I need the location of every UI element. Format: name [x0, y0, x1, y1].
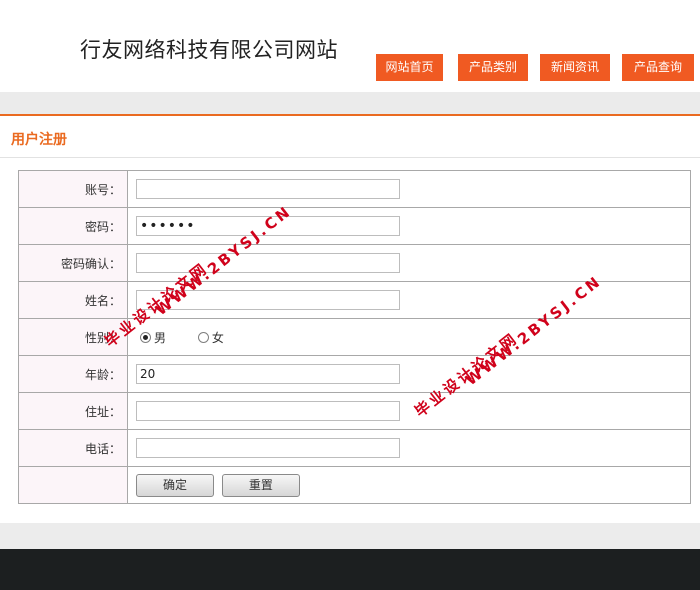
age-input[interactable]	[136, 364, 400, 384]
age-label: 年龄：	[18, 355, 128, 393]
form-row-age: 年龄：	[18, 355, 691, 393]
submit-button[interactable]: 确定	[136, 473, 214, 497]
confirm-password-label: 密码确认：	[18, 244, 128, 282]
name-label: 姓名：	[18, 281, 128, 319]
footer	[0, 549, 700, 590]
female-radio[interactable]	[197, 331, 209, 343]
form-row-address: 住址：	[18, 392, 691, 430]
gender-option-male[interactable]: 男	[140, 329, 166, 346]
confirm-password-input[interactable]	[136, 253, 400, 273]
phone-label: 电话：	[18, 429, 128, 467]
header-band	[0, 92, 700, 116]
nav-home-button[interactable]: 网站首页	[376, 54, 443, 81]
nav-news-button[interactable]: 新闻资讯	[540, 54, 610, 81]
site-title: 行友网络科技有限公司网站	[80, 38, 338, 62]
bottom-band	[0, 523, 700, 549]
form-row-actions: 确定 重置	[18, 466, 691, 504]
form-row-password: 密码：	[18, 207, 691, 245]
gender-option-female[interactable]: 女	[197, 329, 224, 346]
title-divider	[0, 157, 700, 158]
nav-product-search-button[interactable]: 产品查询	[622, 54, 694, 81]
address-input[interactable]	[136, 401, 400, 421]
password-label: 密码：	[18, 207, 128, 245]
page-title: 用户注册	[11, 132, 67, 148]
account-label: 账号：	[18, 170, 128, 208]
phone-input[interactable]	[136, 438, 400, 458]
female-radio-label: 女	[211, 330, 224, 345]
account-input[interactable]	[136, 179, 400, 199]
header: 行友网络科技有限公司网站 网站首页 产品类别 新闻资讯 产品查询	[0, 0, 700, 92]
male-radio[interactable]	[140, 331, 151, 343]
actions-label-cell	[18, 466, 128, 504]
male-radio-label: 男	[154, 330, 167, 345]
reset-button[interactable]: 重置	[221, 473, 300, 497]
address-label: 住址：	[18, 392, 128, 430]
nav-categories-button[interactable]: 产品类别	[458, 54, 528, 81]
form-row-phone: 电话：	[18, 429, 691, 467]
form-row-account: 账号：	[18, 170, 691, 208]
